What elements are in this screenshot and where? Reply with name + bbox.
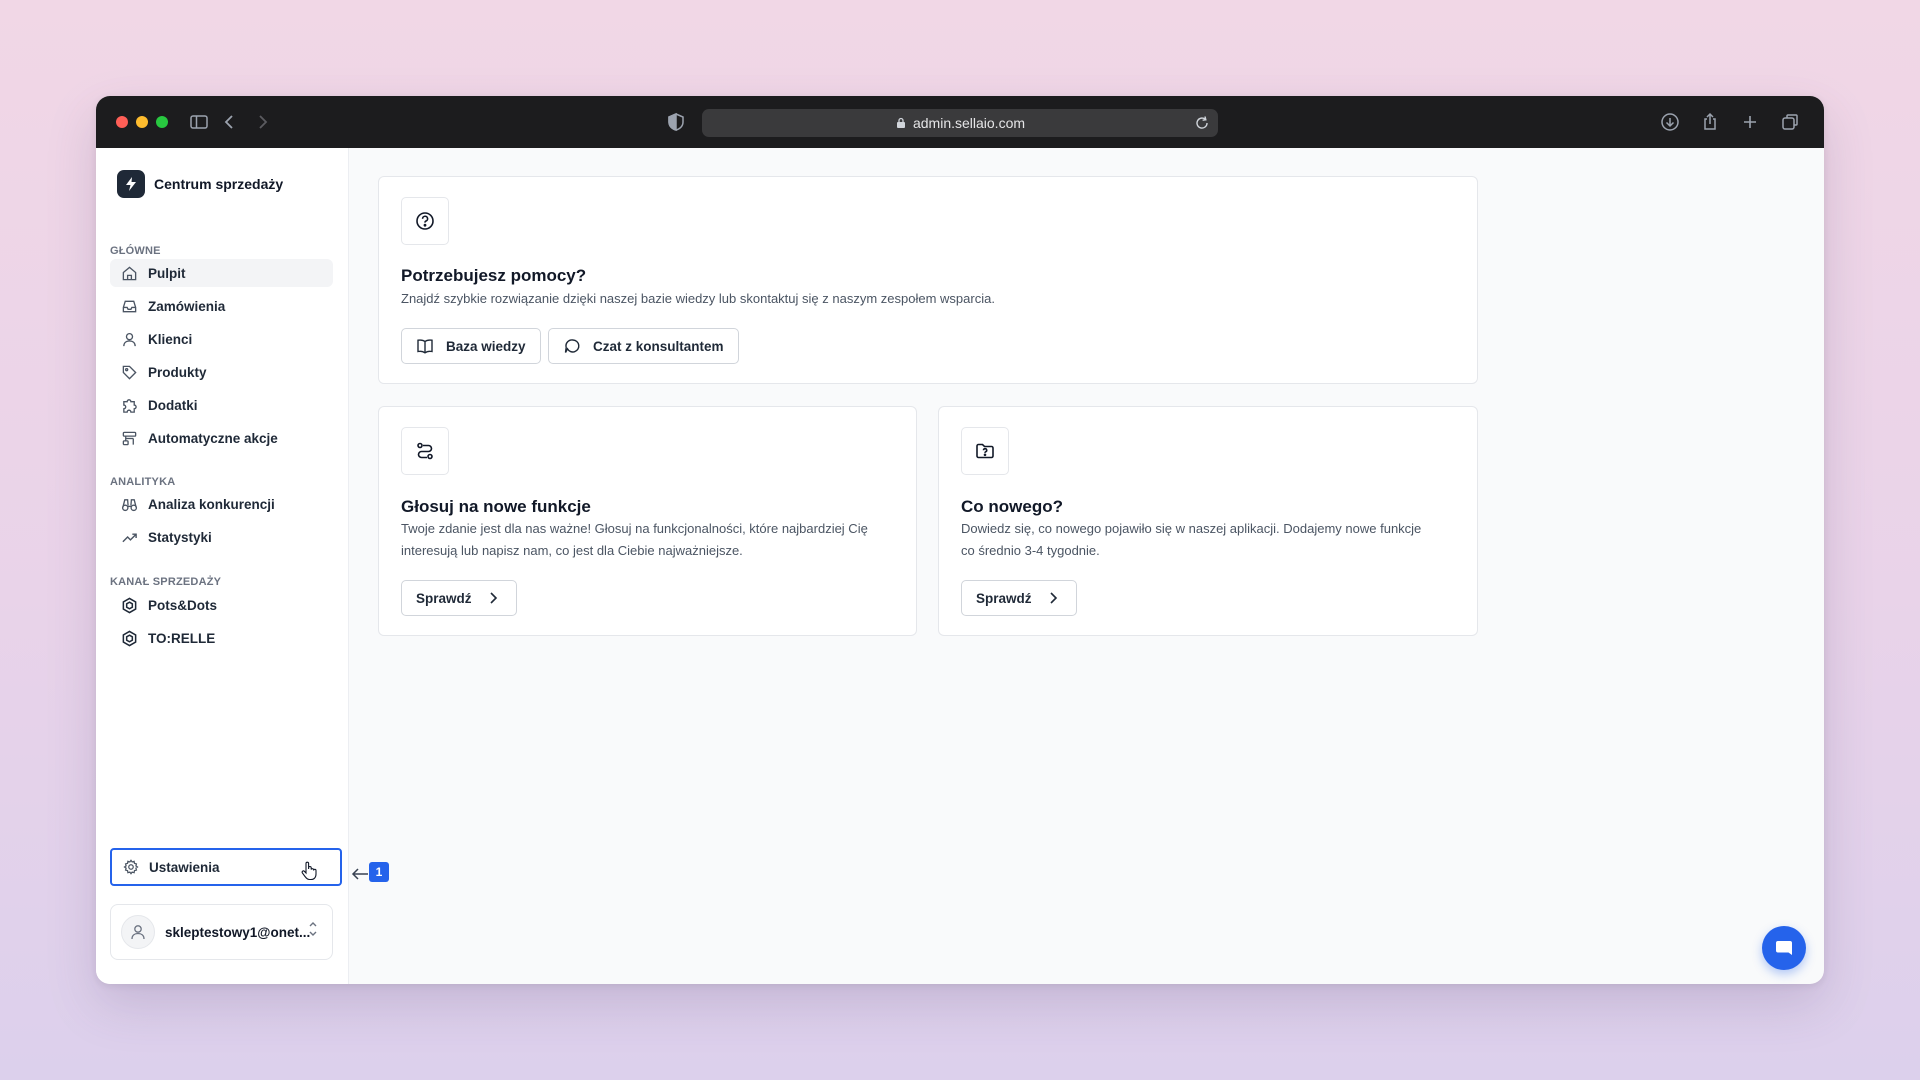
settings-label: Ustawienia [149, 859, 220, 875]
address-bar[interactable]: admin.sellaio.com [702, 109, 1218, 137]
user-icon [131, 925, 145, 940]
sidebar-item-label: Automatyczne akcje [148, 430, 278, 446]
help-card: Potrzebujesz pomocy? Znajdź szybkie rozw… [378, 176, 1478, 384]
brand-logo-icon [117, 170, 145, 198]
sidebar-item-label: TO:RELLE [148, 630, 216, 646]
chat-bubble-icon [564, 339, 580, 353]
sidebar-item-label: Statystyki [148, 529, 212, 545]
brand-name: Centrum sprzedaży [154, 176, 284, 192]
news-check-label: Sprawdź [976, 590, 1032, 606]
tab-overview-icon[interactable] [1778, 110, 1802, 134]
zoom-window-button[interactable] [156, 116, 168, 128]
news-icon-box [961, 427, 1009, 475]
privacy-shield-icon[interactable] [664, 110, 688, 134]
forward-icon[interactable] [250, 110, 274, 134]
help-card-description: Znajdź szybkie rozwiązanie dzięki naszej… [401, 291, 995, 306]
chevron-right-icon [489, 592, 497, 604]
help-icon-box [401, 197, 449, 245]
whats-new-card: Co nowego? Dowiedz się, co nowego pojawi… [938, 406, 1478, 636]
browser-window: admin.sellaio.com Centrum sprzedaży GŁÓW… [96, 96, 1824, 984]
chevron-right-icon [1049, 592, 1057, 604]
binoculars-icon [121, 498, 138, 511]
sidebar-item-label: Dodatki [148, 397, 198, 413]
hexagon-icon [122, 630, 137, 646]
chat-consultant-label: Czat z konsultantem [593, 338, 724, 354]
section-label-main: GŁÓWNE [110, 245, 161, 257]
share-icon[interactable] [1698, 110, 1722, 134]
route-icon [417, 442, 433, 460]
news-check-button[interactable]: Sprawdź [961, 580, 1077, 616]
inbox-icon [122, 300, 137, 312]
sidebar-item-addons[interactable]: Dodatki [110, 391, 333, 419]
download-icon[interactable] [1658, 110, 1682, 134]
new-tab-icon[interactable] [1738, 110, 1762, 134]
chat-icon [1776, 941, 1792, 955]
vote-card-title: Głosuj na nowe funkcje [401, 497, 591, 516]
news-card-title: Co nowego? [961, 497, 1063, 516]
vote-check-button[interactable]: Sprawdź [401, 580, 517, 616]
avatar [121, 915, 155, 949]
trending-up-icon [122, 532, 137, 542]
hand-cursor-icon [301, 861, 317, 881]
close-window-button[interactable] [116, 116, 128, 128]
sidebar-item-label: Klienci [148, 331, 193, 347]
chevron-up-down-icon [309, 922, 317, 936]
section-label-sales-channel: KANAŁ SPRZEDAŻY [110, 576, 222, 588]
user-icon [123, 332, 136, 346]
sidebar-item-statistics[interactable]: Statystyki [110, 523, 333, 551]
book-open-icon [417, 339, 433, 354]
sidebar-item-label: Pulpit [148, 265, 186, 281]
sidebar-item-channel-torelle[interactable]: TO:RELLE [110, 624, 333, 652]
vote-card-description-line2: interesują lub napisz nam, co jest dla C… [401, 543, 743, 558]
gear-icon [123, 859, 139, 875]
sidebar-item-label: Zamówienia [148, 298, 226, 314]
account-switcher[interactable]: skleptestowy1@onet... [110, 904, 333, 960]
sidebar-item-label: Pots&Dots [148, 597, 218, 613]
news-card-description-line1: Dowiedz się, co nowego pojawiło się w na… [961, 521, 1422, 536]
reload-icon[interactable] [1194, 115, 1210, 131]
puzzle-icon [123, 398, 137, 413]
sidebar-item-channel-potsdots[interactable]: Pots&Dots [110, 591, 333, 619]
sidebar-item-customers[interactable]: Klienci [110, 325, 333, 353]
vote-icon-box [401, 427, 449, 475]
folder-question-icon [976, 443, 994, 459]
back-icon[interactable] [218, 110, 242, 134]
sidebar-item-orders[interactable]: Zamówienia [110, 292, 333, 320]
section-label-analytics: ANALITYKA [110, 476, 176, 488]
minimize-window-button[interactable] [136, 116, 148, 128]
sidebar-item-label: Produkty [148, 364, 207, 380]
sidebar-item-automations[interactable]: Automatyczne akcje [110, 424, 333, 452]
url-text: admin.sellaio.com [912, 115, 1026, 131]
knowledge-base-button[interactable]: Baza wiedzy [401, 328, 541, 364]
lock-icon [896, 117, 905, 128]
sidebar-item-products[interactable]: Produkty [110, 358, 333, 386]
vote-check-label: Sprawdź [416, 590, 472, 606]
account-email: skleptestowy1@onet... [165, 924, 311, 940]
news-card-description-line2: co średnio 3-4 tygodnie. [961, 543, 1100, 558]
vote-features-card: Głosuj na nowe funkcje Twoje zdanie jest… [378, 406, 917, 636]
sidebar-toggle-icon[interactable] [187, 110, 211, 134]
vote-card-description-line1: Twoje zdanie jest dla nas ważne! Głosuj … [401, 521, 868, 536]
help-card-title: Potrzebujesz pomocy? [401, 266, 587, 285]
workflow-icon [122, 431, 137, 445]
step-badge: 1 [369, 862, 389, 882]
home-icon [122, 265, 137, 280]
sidebar-item-competitor-analysis[interactable]: Analiza konkurencji [110, 490, 333, 518]
browser-titlebar: admin.sellaio.com [96, 96, 1824, 148]
knowledge-base-label: Baza wiedzy [446, 338, 526, 354]
window-controls [116, 116, 168, 128]
brand[interactable]: Centrum sprzedaży [117, 170, 283, 198]
question-circle-icon [416, 212, 434, 230]
sidebar-item-dashboard[interactable]: Pulpit [110, 259, 333, 287]
arrow-left-icon [351, 868, 368, 880]
hexagon-icon [122, 597, 137, 613]
sidebar-item-label: Analiza konkurencji [148, 496, 275, 512]
chat-consultant-button[interactable]: Czat z konsultantem [548, 328, 739, 364]
tag-icon [122, 365, 137, 380]
support-chat-button[interactable] [1762, 926, 1806, 970]
